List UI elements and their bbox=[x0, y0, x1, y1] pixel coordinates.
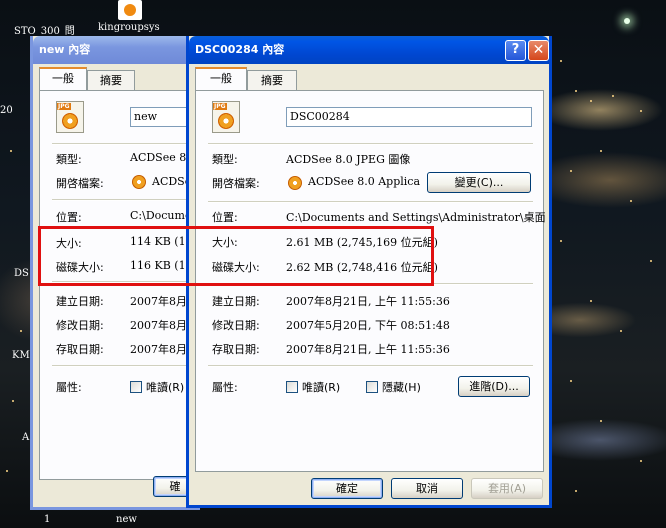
location-value: C:\Documents and Settings\Administrator\… bbox=[286, 211, 546, 224]
readonly-label[interactable]: 唯讀(R) bbox=[146, 379, 184, 395]
advanced-button[interactable]: 進階(D)... bbox=[458, 376, 530, 397]
modified-value: 2007年5月20日, 下午 08:51:48 bbox=[286, 319, 450, 332]
light-flare bbox=[624, 18, 630, 24]
hidden-checkbox[interactable] bbox=[366, 381, 378, 393]
desktop-icon-label[interactable]: 1 bbox=[44, 514, 50, 525]
type-value: ACDSee 8.0 JPEG 圖像 bbox=[286, 153, 411, 166]
tab-summary[interactable]: 摘要 bbox=[87, 70, 135, 90]
tab-summary[interactable]: 摘要 bbox=[247, 70, 297, 90]
type-label: 類型: bbox=[212, 153, 238, 166]
front-window-title: DSC00284 內容 bbox=[195, 43, 285, 56]
acdsee-jpeg-file-icon: JPG bbox=[56, 101, 84, 133]
close-icon[interactable]: ✕ bbox=[528, 40, 549, 61]
accessed-label: 存取日期: bbox=[212, 343, 260, 356]
desktop-icon-label[interactable]: A bbox=[22, 432, 29, 443]
modified-label: 修改日期: bbox=[56, 319, 104, 332]
hidden-label[interactable]: 隱藏(H) bbox=[382, 379, 421, 395]
change-button[interactable]: 變更(C)... bbox=[427, 172, 531, 193]
front-window-titlebar[interactable]: DSC00284 內容 ? ✕ bbox=[189, 36, 549, 64]
acdsee-app-icon bbox=[132, 175, 146, 189]
readonly-label[interactable]: 唯讀(R) bbox=[302, 379, 340, 395]
created-label: 建立日期: bbox=[56, 295, 104, 308]
back-window-title: new 內容 bbox=[39, 43, 91, 56]
tab-general[interactable]: 一般 bbox=[39, 67, 87, 90]
desktop-file-icon[interactable] bbox=[118, 0, 142, 20]
accessed-value: 2007年8月2 bbox=[130, 343, 194, 356]
acdsee-jpeg-file-icon: JPG bbox=[212, 101, 240, 133]
cancel-button[interactable]: 取消 bbox=[391, 478, 463, 499]
desktop-icon-label[interactable]: KM bbox=[12, 350, 30, 361]
modified-value: 2007年8月2 bbox=[130, 319, 194, 332]
attributes-label: 屬性: bbox=[56, 381, 82, 394]
help-icon[interactable]: ? bbox=[505, 40, 526, 61]
desktop-icon-label[interactable]: 20 bbox=[0, 105, 13, 116]
location-label: 位置: bbox=[212, 211, 238, 224]
type-label: 類型: bbox=[56, 153, 82, 166]
accessed-label: 存取日期: bbox=[56, 343, 104, 356]
desktop-icon-label[interactable]: kingroupsys bbox=[98, 22, 160, 33]
created-value: 2007年8月21日, 上午 11:55:36 bbox=[286, 295, 450, 308]
acdsee-app-icon bbox=[288, 176, 302, 190]
size-highlight-box bbox=[38, 226, 434, 286]
accessed-value: 2007年8月21日, 上午 11:55:36 bbox=[286, 343, 450, 356]
desktop-icon-label[interactable]: STO_300_問 bbox=[14, 22, 75, 37]
modified-label: 修改日期: bbox=[212, 319, 260, 332]
ok-button[interactable]: 確定 bbox=[311, 478, 383, 499]
desktop-icon-label[interactable]: new bbox=[116, 514, 137, 525]
opens-with-label: 開啓檔案: bbox=[56, 177, 104, 190]
back-window-titlebar[interactable]: new 內容 bbox=[33, 36, 197, 64]
opens-with-label: 開啓檔案: bbox=[212, 177, 260, 190]
apply-button[interactable]: 套用(A) bbox=[471, 478, 543, 499]
opens-with-value: ACDSee 8.0 Application bbox=[308, 175, 420, 188]
created-label: 建立日期: bbox=[212, 295, 260, 308]
location-label: 位置: bbox=[56, 211, 82, 224]
filename-field[interactable]: DSC00284 bbox=[286, 107, 532, 127]
created-value: 2007年8月2 bbox=[130, 295, 194, 308]
tab-general[interactable]: 一般 bbox=[195, 67, 247, 90]
attributes-label: 屬性: bbox=[212, 381, 238, 394]
desktop-icon-label[interactable]: DS bbox=[14, 268, 29, 279]
readonly-checkbox[interactable] bbox=[286, 381, 298, 393]
readonly-checkbox[interactable] bbox=[130, 381, 142, 393]
